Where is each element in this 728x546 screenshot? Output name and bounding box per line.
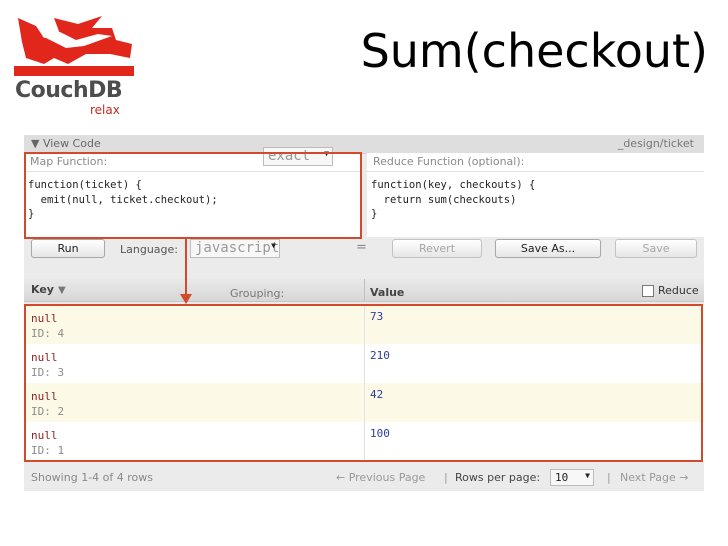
language-value: javascript — [195, 240, 280, 256]
reduce-function-code[interactable]: function(key, checkouts) { return sum(ch… — [367, 172, 704, 222]
pagination-bar: Showing 1-4 of 4 rows ← Previous Page | … — [24, 465, 704, 489]
view-code-toggle[interactable]: ▼ View Code — [31, 137, 101, 150]
dropdown-arrow-icon: ▼ — [271, 241, 276, 250]
couchdb-logo: CouchDB relax — [12, 14, 136, 120]
save-button[interactable]: Save — [615, 239, 697, 258]
rows-per-page-value: 10 — [555, 471, 569, 484]
value-column-header: Value — [370, 286, 405, 299]
down-arrow-icon — [180, 238, 192, 304]
column-divider — [364, 279, 365, 301]
rows-per-page-label: Rows per page: — [455, 471, 541, 484]
save-as-button[interactable]: Save As... — [495, 239, 601, 258]
row-count-status: Showing 1-4 of 4 rows — [31, 471, 153, 484]
slide-title: Sum(checkout) — [360, 24, 708, 78]
reduce-function-editor[interactable]: Reduce Function (optional): function(key… — [367, 153, 704, 237]
language-select[interactable]: javascript ▼ — [190, 239, 280, 258]
results-table-header: Key ▼ Grouping: Value Reduce — [24, 279, 704, 302]
couch-figure-icon — [14, 16, 134, 76]
run-button[interactable]: Run — [31, 239, 105, 258]
equals-sign: = — [356, 240, 367, 255]
results-highlight — [24, 304, 703, 462]
dropdown-arrow-icon: ▼ — [585, 471, 590, 480]
key-column-header[interactable]: Key — [31, 283, 54, 296]
reduce-function-label: Reduce Function (optional): — [367, 153, 704, 172]
rows-per-page-select[interactable]: 10 ▼ — [550, 469, 594, 486]
design-doc-name: _design/ticket — [617, 137, 694, 150]
pager-separator: | — [607, 471, 611, 484]
next-page-link[interactable]: Next Page → — [620, 471, 688, 484]
previous-page-link[interactable]: ← Previous Page — [336, 471, 425, 484]
reduce-checkbox[interactable] — [642, 285, 654, 297]
logo-wordmark: CouchDB — [15, 78, 123, 103]
logo-tagline: relax — [90, 103, 120, 117]
grouping-label: Grouping: — [230, 287, 285, 300]
sort-descending-icon[interactable]: ▼ — [58, 285, 66, 296]
language-label: Language: — [120, 243, 178, 256]
map-function-highlight — [24, 152, 362, 239]
reduce-label: Reduce — [658, 284, 699, 297]
revert-button[interactable]: Revert — [392, 239, 482, 258]
pager-separator: | — [444, 471, 448, 484]
